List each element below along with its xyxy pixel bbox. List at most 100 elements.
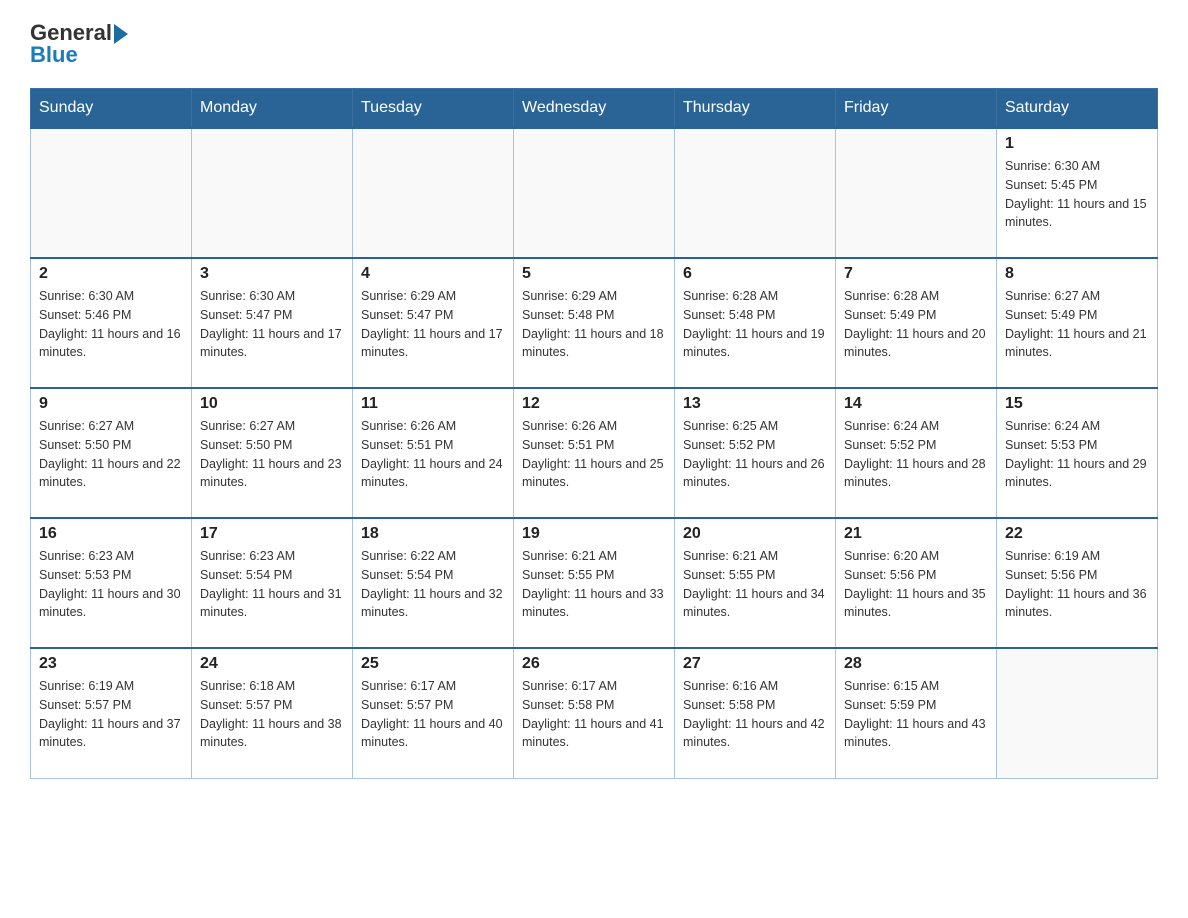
day-info: Sunrise: 6:28 AMSunset: 5:49 PMDaylight:… <box>844 287 988 362</box>
calendar-cell <box>997 648 1158 778</box>
week-row-2: 2 Sunrise: 6:30 AMSunset: 5:46 PMDaylight… <box>31 258 1158 388</box>
day-number: 2 <box>39 265 183 283</box>
day-info: Sunrise: 6:24 AMSunset: 5:52 PMDaylight:… <box>844 417 988 492</box>
calendar-cell: 12 Sunrise: 6:26 AMSunset: 5:51 PMDayligh… <box>514 388 675 518</box>
calendar-cell <box>353 128 514 258</box>
day-info: Sunrise: 6:30 AMSunset: 5:47 PMDaylight:… <box>200 287 344 362</box>
day-number: 23 <box>39 655 183 673</box>
day-info: Sunrise: 6:21 AMSunset: 5:55 PMDaylight:… <box>522 547 666 622</box>
calendar-cell: 1 Sunrise: 6:30 AMSunset: 5:45 PMDaylight… <box>997 128 1158 258</box>
day-number: 28 <box>844 655 988 673</box>
calendar-cell: 18 Sunrise: 6:22 AMSunset: 5:54 PMDayligh… <box>353 518 514 648</box>
day-number: 16 <box>39 525 183 543</box>
logo-arrow-icon <box>114 24 128 44</box>
calendar-cell: 3 Sunrise: 6:30 AMSunset: 5:47 PMDaylight… <box>192 258 353 388</box>
week-row-4: 16 Sunrise: 6:23 AMSunset: 5:53 PMDayligh… <box>31 518 1158 648</box>
header-saturday: Saturday <box>997 89 1158 129</box>
calendar-cell: 17 Sunrise: 6:23 AMSunset: 5:54 PMDayligh… <box>192 518 353 648</box>
calendar-cell: 25Sunrise: 6:17 AMSunset: 5:57 PMDayligh… <box>353 648 514 778</box>
header-sunday: Sunday <box>31 89 192 129</box>
day-number: 19 <box>522 525 666 543</box>
header-monday: Monday <box>192 89 353 129</box>
header-thursday: Thursday <box>675 89 836 129</box>
calendar-cell <box>675 128 836 258</box>
day-info: Sunrise: 6:17 AMSunset: 5:58 PMDaylight:… <box>522 677 666 752</box>
day-number: 20 <box>683 525 827 543</box>
calendar-cell <box>192 128 353 258</box>
day-info: Sunrise: 6:20 AMSunset: 5:56 PMDaylight:… <box>844 547 988 622</box>
day-info: Sunrise: 6:24 AMSunset: 5:53 PMDaylight:… <box>1005 417 1149 492</box>
day-info: Sunrise: 6:30 AMSunset: 5:45 PMDaylight:… <box>1005 157 1149 232</box>
day-info: Sunrise: 6:29 AMSunset: 5:47 PMDaylight:… <box>361 287 505 362</box>
day-number: 8 <box>1005 265 1149 283</box>
calendar-cell: 19 Sunrise: 6:21 AMSunset: 5:55 PMDayligh… <box>514 518 675 648</box>
day-number: 18 <box>361 525 505 543</box>
day-number: 27 <box>683 655 827 673</box>
day-info: Sunrise: 6:25 AMSunset: 5:52 PMDaylight:… <box>683 417 827 492</box>
calendar-cell: 22 Sunrise: 6:19 AMSunset: 5:56 PMDayligh… <box>997 518 1158 648</box>
day-number: 11 <box>361 395 505 413</box>
calendar-cell <box>514 128 675 258</box>
calendar-cell: 20 Sunrise: 6:21 AMSunset: 5:55 PMDayligh… <box>675 518 836 648</box>
day-info: Sunrise: 6:27 AMSunset: 5:49 PMDaylight:… <box>1005 287 1149 362</box>
calendar-table: Sunday Monday Tuesday Wednesday Thursday… <box>30 88 1158 779</box>
day-info: Sunrise: 6:27 AMSunset: 5:50 PMDaylight:… <box>200 417 344 492</box>
day-number: 21 <box>844 525 988 543</box>
day-info: Sunrise: 6:27 AMSunset: 5:50 PMDaylight:… <box>39 417 183 492</box>
day-info: Sunrise: 6:30 AMSunset: 5:46 PMDaylight:… <box>39 287 183 362</box>
day-number: 5 <box>522 265 666 283</box>
calendar-cell: 10 Sunrise: 6:27 AMSunset: 5:50 PMDayligh… <box>192 388 353 518</box>
week-row-5: 23Sunrise: 6:19 AMSunset: 5:57 PMDayligh… <box>31 648 1158 778</box>
calendar-cell: 27 Sunrise: 6:16 AMSunset: 5:58 PMDayligh… <box>675 648 836 778</box>
day-info: Sunrise: 6:22 AMSunset: 5:54 PMDaylight:… <box>361 547 505 622</box>
calendar-cell <box>836 128 997 258</box>
week-row-3: 9 Sunrise: 6:27 AMSunset: 5:50 PMDaylight… <box>31 388 1158 518</box>
calendar-cell: 4Sunrise: 6:29 AMSunset: 5:47 PMDaylight… <box>353 258 514 388</box>
calendar-cell: 9 Sunrise: 6:27 AMSunset: 5:50 PMDaylight… <box>31 388 192 518</box>
day-info: Sunrise: 6:18 AMSunset: 5:57 PMDaylight:… <box>200 677 344 752</box>
day-number: 7 <box>844 265 988 283</box>
calendar-cell: 21 Sunrise: 6:20 AMSunset: 5:56 PMDayligh… <box>836 518 997 648</box>
day-info: Sunrise: 6:26 AMSunset: 5:51 PMDaylight:… <box>522 417 666 492</box>
day-number: 15 <box>1005 395 1149 413</box>
day-info: Sunrise: 6:28 AMSunset: 5:48 PMDaylight:… <box>683 287 827 362</box>
week-row-1: 1 Sunrise: 6:30 AMSunset: 5:45 PMDaylight… <box>31 128 1158 258</box>
day-number: 3 <box>200 265 344 283</box>
day-info: Sunrise: 6:23 AMSunset: 5:54 PMDaylight:… <box>200 547 344 622</box>
calendar-cell: 23Sunrise: 6:19 AMSunset: 5:57 PMDayligh… <box>31 648 192 778</box>
calendar-cell: 14 Sunrise: 6:24 AMSunset: 5:52 PMDayligh… <box>836 388 997 518</box>
calendar-cell: 5Sunrise: 6:29 AMSunset: 5:48 PMDaylight… <box>514 258 675 388</box>
day-number: 10 <box>200 395 344 413</box>
day-info: Sunrise: 6:21 AMSunset: 5:55 PMDaylight:… <box>683 547 827 622</box>
header-friday: Friday <box>836 89 997 129</box>
day-number: 6 <box>683 265 827 283</box>
day-info: Sunrise: 6:16 AMSunset: 5:58 PMDaylight:… <box>683 677 827 752</box>
calendar-cell: 2 Sunrise: 6:30 AMSunset: 5:46 PMDaylight… <box>31 258 192 388</box>
header-wednesday: Wednesday <box>514 89 675 129</box>
logo-blue-text: Blue <box>30 42 128 68</box>
weekday-header-row: Sunday Monday Tuesday Wednesday Thursday… <box>31 89 1158 129</box>
calendar-cell: 11 Sunrise: 6:26 AMSunset: 5:51 PMDayligh… <box>353 388 514 518</box>
calendar-cell: 7 Sunrise: 6:28 AMSunset: 5:49 PMDaylight… <box>836 258 997 388</box>
day-info: Sunrise: 6:26 AMSunset: 5:51 PMDaylight:… <box>361 417 505 492</box>
header-tuesday: Tuesday <box>353 89 514 129</box>
day-info: Sunrise: 6:23 AMSunset: 5:53 PMDaylight:… <box>39 547 183 622</box>
day-number: 9 <box>39 395 183 413</box>
calendar-cell: 6 Sunrise: 6:28 AMSunset: 5:48 PMDaylight… <box>675 258 836 388</box>
calendar-cell: 28Sunrise: 6:15 AMSunset: 5:59 PMDayligh… <box>836 648 997 778</box>
day-number: 25 <box>361 655 505 673</box>
calendar-cell <box>31 128 192 258</box>
day-number: 24 <box>200 655 344 673</box>
logo: General Blue <box>30 20 128 68</box>
day-number: 17 <box>200 525 344 543</box>
day-info: Sunrise: 6:19 AMSunset: 5:56 PMDaylight:… <box>1005 547 1149 622</box>
day-number: 12 <box>522 395 666 413</box>
day-number: 22 <box>1005 525 1149 543</box>
calendar-cell: 15 Sunrise: 6:24 AMSunset: 5:53 PMDayligh… <box>997 388 1158 518</box>
day-number: 13 <box>683 395 827 413</box>
calendar-cell: 26Sunrise: 6:17 AMSunset: 5:58 PMDayligh… <box>514 648 675 778</box>
calendar-cell: 13 Sunrise: 6:25 AMSunset: 5:52 PMDayligh… <box>675 388 836 518</box>
day-number: 1 <box>1005 135 1149 153</box>
calendar-cell: 8 Sunrise: 6:27 AMSunset: 5:49 PMDaylight… <box>997 258 1158 388</box>
day-number: 14 <box>844 395 988 413</box>
